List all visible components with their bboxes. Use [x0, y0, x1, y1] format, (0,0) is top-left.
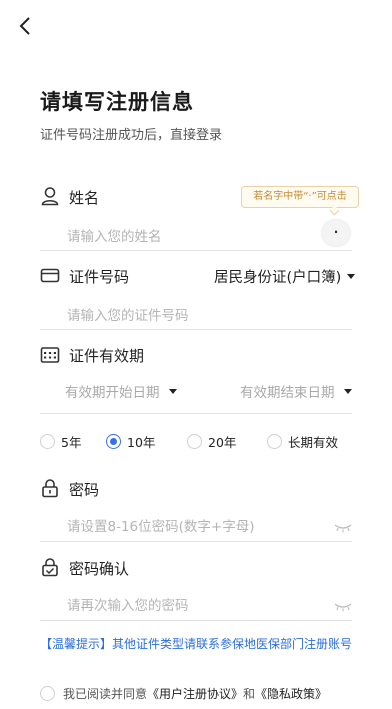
- radio-circle: [40, 434, 55, 449]
- name-dot-tip: 若名字中带“·”可点击: [241, 186, 359, 208]
- validity-option-20y[interactable]: 20年: [187, 432, 236, 451]
- caret-down-icon: [343, 388, 352, 394]
- agreement-checkbox[interactable]: [40, 686, 55, 701]
- radio-circle: [267, 434, 282, 449]
- id-card-icon: [40, 266, 60, 286]
- insert-dot-button[interactable]: ·: [322, 220, 350, 246]
- name-label: 姓名: [69, 189, 100, 207]
- id-divider: [40, 329, 352, 330]
- confirm-password-label: 密码确认: [69, 560, 130, 578]
- validity-label: 证件有效期: [69, 347, 145, 365]
- lock-check-icon: [40, 557, 60, 577]
- name-input[interactable]: 请输入您的姓名: [67, 225, 162, 245]
- agreement-row[interactable]: 我已阅读并同意 《用户注册协议》 和 《隐私政策》: [40, 685, 327, 702]
- page-subtitle: 证件号码注册成功后，直接登录: [40, 128, 223, 143]
- password-label: 密码: [69, 481, 100, 499]
- notice-text: 【温馨提示】其他证件类型请联系参保地医保部门注册账号: [40, 637, 353, 651]
- agreement-and: 和: [243, 687, 256, 701]
- end-date-select[interactable]: 有效期结束日期: [240, 381, 352, 401]
- validity-option-5y[interactable]: 5年: [40, 432, 81, 451]
- id-type-select[interactable]: 居民身份证(户口簿): [214, 266, 356, 287]
- lock-icon: [40, 478, 60, 498]
- confirm-password-input[interactable]: 请再次输入您的密码: [67, 594, 189, 614]
- caret-down-icon: [347, 274, 356, 279]
- radio-label: 长期有效: [288, 435, 339, 450]
- eye-closed-icon[interactable]: [334, 518, 352, 533]
- page-title: 请填写注册信息: [40, 90, 194, 114]
- agreement-prefix: 我已阅读并同意: [63, 687, 148, 701]
- privacy-policy-link[interactable]: 《隐私政策》: [255, 685, 327, 702]
- calendar-icon: [40, 345, 60, 365]
- end-date-placeholder: 有效期结束日期: [240, 385, 335, 401]
- back-arrow-icon: [19, 17, 30, 35]
- radio-circle-selected: [106, 434, 121, 449]
- eye-closed-icon[interactable]: [334, 597, 352, 612]
- radio-label: 20年: [208, 435, 237, 450]
- password-divider: [40, 541, 352, 542]
- confirm-divider: [40, 620, 352, 621]
- user-icon: [40, 186, 60, 206]
- start-date-placeholder: 有效期开始日期: [65, 385, 160, 401]
- radio-label: 10年: [127, 435, 156, 450]
- radio-label: 5年: [61, 435, 82, 450]
- validity-option-permanent[interactable]: 长期有效: [267, 432, 338, 451]
- id-number-label: 证件号码: [69, 268, 130, 286]
- password-input[interactable]: 请设置8-16位密码(数字+字母): [67, 515, 254, 535]
- validity-option-10y[interactable]: 10年: [106, 432, 155, 451]
- name-divider: [40, 250, 352, 251]
- user-agreement-link[interactable]: 《用户注册协议》: [147, 685, 243, 702]
- back-button[interactable]: [14, 12, 38, 40]
- radio-circle: [187, 434, 202, 449]
- start-date-select[interactable]: 有效期开始日期: [65, 381, 177, 401]
- id-type-value: 居民身份证(户口簿): [214, 270, 342, 286]
- caret-down-icon: [168, 388, 177, 394]
- id-number-input[interactable]: 请输入您的证件号码: [67, 304, 189, 324]
- validity-divider: [40, 413, 352, 414]
